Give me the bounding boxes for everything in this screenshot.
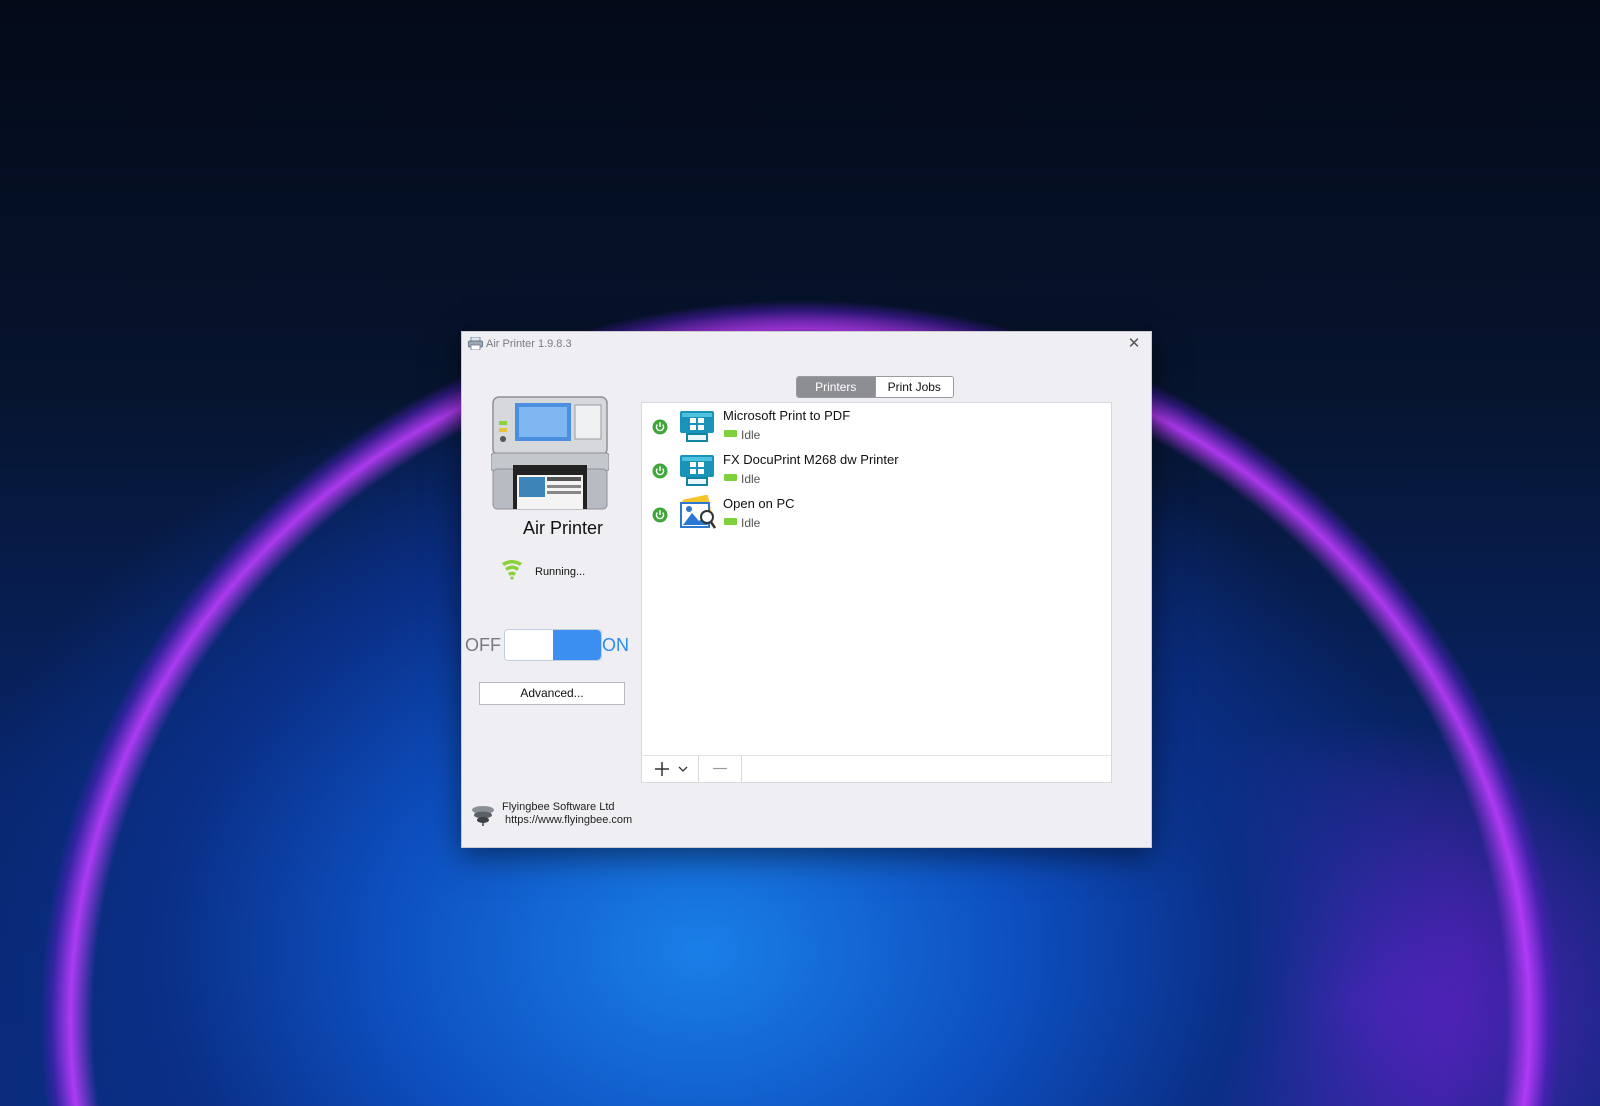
printer-icon xyxy=(680,411,714,442)
printer-status: Idle xyxy=(741,516,761,530)
air-printer-logo xyxy=(491,396,609,510)
printer-list: Microsoft Print to PDF Idle FX DocuPrint… xyxy=(641,402,1112,756)
tab-print-jobs[interactable]: Print Jobs xyxy=(874,377,953,397)
plus-icon xyxy=(655,762,669,776)
view-tabs: Printers Print Jobs xyxy=(796,376,954,398)
power-icon[interactable] xyxy=(652,419,668,435)
add-printer-button[interactable] xyxy=(642,756,699,782)
title-bar[interactable]: Air Printer 1.9.8.3 ✕ xyxy=(462,332,1151,356)
company-name: Flyingbee Software Ltd xyxy=(502,801,615,813)
app-name: Air Printer xyxy=(522,518,603,538)
service-toggle[interactable] xyxy=(504,629,602,661)
printer-name: Microsoft Print to PDF xyxy=(723,408,851,423)
list-toolbar xyxy=(641,755,1112,783)
printer-name: FX DocuPrint M268 dw Printer xyxy=(723,452,899,467)
flyingbee-logo xyxy=(472,806,494,826)
toggle-on-label: ON xyxy=(602,635,629,655)
toggle-off-label: OFF xyxy=(465,635,501,655)
printer-name: Open on PC xyxy=(723,496,795,511)
toggle-knob[interactable] xyxy=(553,630,601,660)
photo-viewer-icon xyxy=(680,495,716,529)
advanced-button[interactable]: Advanced... xyxy=(479,682,625,705)
company-url[interactable]: https://www.flyingbee.com xyxy=(505,814,632,826)
printer-row[interactable]: Open on PC Idle xyxy=(642,491,1111,535)
printer-icon xyxy=(680,455,714,486)
power-icon[interactable] xyxy=(652,507,668,523)
status-indicator xyxy=(724,474,737,481)
printer-row[interactable]: Microsoft Print to PDF Idle xyxy=(642,403,1111,447)
service-status: Running... xyxy=(535,566,586,578)
close-icon: ✕ xyxy=(1127,335,1141,352)
chevron-down-icon xyxy=(678,766,688,772)
remove-printer-button[interactable] xyxy=(699,756,742,782)
air-printer-window: Air Printer 1.9.8.3 ✕ Air Printer Runnin… xyxy=(461,331,1152,848)
printer-status: Idle xyxy=(741,472,761,486)
tab-printers[interactable]: Printers xyxy=(797,377,875,397)
window-title: Air Printer 1.9.8.3 xyxy=(486,338,572,350)
close-button[interactable]: ✕ xyxy=(1117,332,1151,356)
printer-app-icon xyxy=(468,337,483,350)
wifi-icon xyxy=(502,560,522,580)
power-icon[interactable] xyxy=(652,463,668,479)
status-indicator xyxy=(724,430,737,437)
status-indicator xyxy=(724,518,737,525)
printer-row[interactable]: FX DocuPrint M268 dw Printer Idle xyxy=(642,447,1111,491)
printer-status: Idle xyxy=(741,428,761,442)
